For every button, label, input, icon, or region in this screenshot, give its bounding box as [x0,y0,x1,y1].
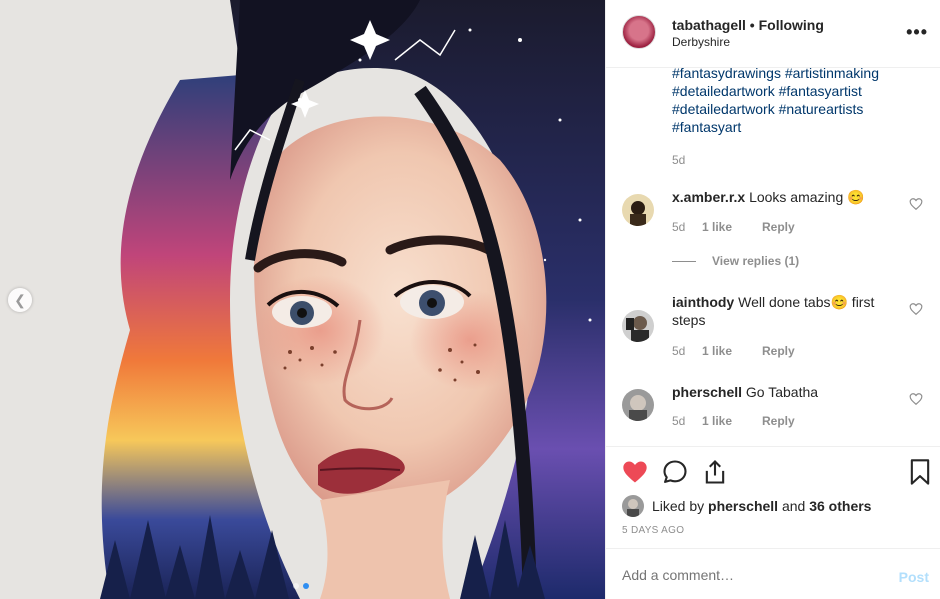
carousel-dot-active [303,583,309,589]
more-icon[interactable]: ••• [906,22,928,43]
separator-dot: • [749,17,755,33]
post-header: tabathagell • Following Derbyshire ••• [606,0,940,68]
post-comment-button[interactable]: Post [899,569,929,585]
commenter-avatar[interactable] [622,389,654,421]
liker-username[interactable]: pherschell [708,498,778,514]
author-avatar[interactable] [622,15,656,49]
comment-text: pherschell Go Tabatha [672,383,892,401]
post-image[interactable]: ❮ [0,0,605,599]
commenter-username[interactable]: iainthody [672,294,734,310]
comment-time: 5d [672,414,686,428]
divider-line [672,260,696,262]
reply-button[interactable]: Reply [762,220,795,234]
bookmark-icon[interactable] [906,458,934,486]
heart-outline-icon[interactable] [909,392,923,406]
comment-likes[interactable]: 1 like [702,220,762,234]
carousel-indicator [293,583,309,589]
comment-meta: 5d 1 like Reply [672,344,795,358]
liked-by-prefix: Liked by [652,498,705,514]
view-replies-label: View replies (1) [712,254,800,268]
comment-time: 5d [672,220,686,234]
caption-timestamp: 5d [672,153,686,167]
post-timestamp: 5 DAYS AGO [622,525,685,536]
location-link[interactable]: Derbyshire [672,35,730,49]
commenter-avatar[interactable] [622,310,654,342]
like-heart-filled-icon[interactable] [621,458,649,486]
reply-button[interactable]: Reply [762,344,795,358]
previous-image-button[interactable]: ❮ [8,288,32,312]
heart-outline-icon[interactable] [909,197,923,211]
comment-text: x.amber.r.x Looks amazing 😊 [672,188,892,206]
post-actions: Liked by pherschell and 36 others 5 DAYS… [606,446,940,546]
hashtag-line[interactable]: #fantasyart [672,118,912,136]
comment-meta: 5d 1 like Reply [672,414,795,428]
author-username[interactable]: tabathagell [672,17,746,33]
share-icon[interactable] [701,458,729,486]
comment-input[interactable] [622,567,872,583]
comment-text: iainthody Well done tabs😊 first steps [672,293,892,329]
liked-by-and: and [781,498,806,514]
comment-likes[interactable]: 1 like [702,344,762,358]
caption-hashtags: #fantasydrawings #artistinmaking #detail… [672,68,912,136]
commenter-username[interactable]: x.amber.r.x [672,189,745,205]
author-line: tabathagell • Following [672,17,824,33]
comment-body: Go Tabatha [745,384,819,400]
hashtag-line[interactable]: #detailedartwork #natureartists [672,100,912,118]
comment-time: 5d [672,344,686,358]
post-side-panel: tabathagell • Following Derbyshire ••• #… [605,0,940,599]
comment-body: Looks amazing 😊 [749,189,865,205]
reply-button[interactable]: Reply [762,414,795,428]
comments-section: #fantasydrawings #artistinmaking #detail… [606,68,940,446]
commenter-avatar[interactable] [622,194,654,226]
liker-avatar[interactable] [622,495,644,517]
commenter-username[interactable]: pherschell [672,384,742,400]
liked-by-others[interactable]: 36 others [809,498,871,514]
artwork-illustration [0,0,605,599]
heart-outline-icon[interactable] [909,302,923,316]
comment-likes[interactable]: 1 like [702,414,762,428]
hashtag-line[interactable]: #fantasydrawings #artistinmaking [672,68,912,82]
follow-status-button[interactable]: Following [759,17,824,33]
liked-by-line: Liked by pherschell and 36 others [622,495,871,517]
comment-icon[interactable] [661,458,689,486]
add-comment-bar: Post [606,548,940,599]
carousel-dot [293,583,299,589]
hashtag-line[interactable]: #detailedartwork #fantasyartist [672,82,912,100]
chevron-left-icon: ❮ [14,291,26,308]
comment-meta: 5d 1 like Reply [672,220,795,234]
view-replies-button[interactable]: View replies (1) [672,254,799,268]
